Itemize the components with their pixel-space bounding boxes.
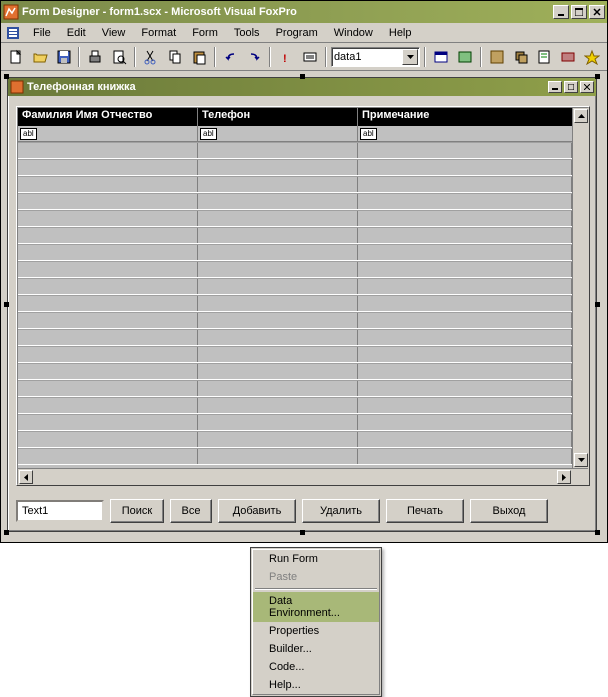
cm-paste: Paste	[253, 568, 379, 586]
data-session-button[interactable]	[454, 46, 476, 68]
modify-button[interactable]	[299, 46, 321, 68]
print-button[interactable]	[84, 46, 106, 68]
copy-button[interactable]	[164, 46, 186, 68]
scroll-up-icon[interactable]	[574, 109, 588, 123]
inner-titlebar: Телефонная книжка	[8, 78, 596, 96]
toolbar-separator	[214, 47, 216, 67]
close-button[interactable]	[589, 5, 605, 19]
toolbar-separator	[480, 47, 482, 67]
report-button[interactable]	[534, 46, 556, 68]
toolbar-separator	[325, 47, 327, 67]
textbox-placeholder-icon[interactable]: abl	[360, 128, 377, 140]
textbox-placeholder-icon[interactable]: abl	[200, 128, 217, 140]
database-combo[interactable]: data1	[331, 47, 420, 67]
vertical-scrollbar[interactable]	[572, 108, 588, 468]
scroll-down-icon[interactable]	[574, 453, 588, 467]
design-area: Телефонная книжка Фамилия Имя Отчество Т…	[1, 71, 607, 542]
grid-col-note[interactable]: Примечание	[358, 108, 588, 126]
combo-value: data1	[334, 51, 362, 63]
scroll-left-icon[interactable]	[19, 470, 33, 484]
inner-maximize-button[interactable]	[564, 81, 578, 93]
search-input[interactable]	[16, 500, 104, 522]
grid-body[interactable]	[18, 142, 572, 468]
grid-col-phone[interactable]: Телефон	[198, 108, 358, 126]
textbox-placeholder-icon[interactable]: abl	[20, 128, 37, 140]
context-menu: Run Form Paste Data Environment... Prope…	[250, 547, 382, 697]
toolbar-separator	[134, 47, 136, 67]
label-button[interactable]	[557, 46, 579, 68]
command-window-button[interactable]	[430, 46, 452, 68]
run-button[interactable]: !	[275, 46, 297, 68]
add-button[interactable]: Добавить	[218, 499, 296, 523]
menu-file[interactable]: File	[25, 25, 59, 41]
menu-help[interactable]: Help	[381, 25, 420, 41]
selection-handle[interactable]	[595, 530, 600, 535]
inner-close-button[interactable]	[580, 81, 594, 93]
chevron-down-icon[interactable]	[402, 49, 418, 65]
inner-minimize-button[interactable]	[548, 81, 562, 93]
forms-button[interactable]	[510, 46, 532, 68]
all-button[interactable]: Все	[170, 499, 212, 523]
menu-format[interactable]: Format	[133, 25, 184, 41]
menu-edit[interactable]: Edit	[59, 25, 94, 41]
toolbar-separator	[269, 47, 271, 67]
selection-handle[interactable]	[595, 302, 600, 307]
save-button[interactable]	[53, 46, 75, 68]
cm-builder[interactable]: Builder...	[253, 640, 379, 658]
menu-program[interactable]: Program	[268, 25, 326, 41]
menu-form[interactable]: Form	[184, 25, 226, 41]
window-controls	[553, 5, 605, 19]
cm-run-form[interactable]: Run Form	[253, 550, 379, 568]
autoform-button[interactable]	[581, 46, 603, 68]
grid-control[interactable]: Фамилия Имя Отчество Телефон Примечание …	[16, 106, 590, 486]
delete-button[interactable]: Удалить	[302, 499, 380, 523]
selection-handle[interactable]	[300, 530, 305, 535]
open-button[interactable]	[29, 46, 51, 68]
horizontal-scrollbar[interactable]	[18, 468, 588, 484]
grid-field-row: abl abl abl	[18, 126, 588, 142]
toolbar-separator	[424, 47, 426, 67]
paste-button[interactable]	[188, 46, 210, 68]
selection-handle[interactable]	[4, 74, 9, 79]
selection-handle[interactable]	[4, 302, 9, 307]
undo-button[interactable]	[220, 46, 242, 68]
scroll-right-icon[interactable]	[557, 470, 571, 484]
inner-form[interactable]: Телефонная книжка Фамилия Имя Отчество Т…	[7, 77, 597, 532]
exit-button[interactable]: Выход	[470, 499, 548, 523]
cm-separator	[255, 588, 377, 590]
menu-window[interactable]: Window	[326, 25, 381, 41]
menu-tools[interactable]: Tools	[226, 25, 268, 41]
selection-handle[interactable]	[300, 74, 305, 79]
cm-help[interactable]: Help...	[253, 676, 379, 694]
foxpro-icon	[3, 4, 19, 20]
toolbar: ! data1	[1, 43, 607, 71]
selection-handle[interactable]	[595, 74, 600, 79]
app-window: Form Designer - form1.scx - Microsoft Vi…	[0, 0, 608, 543]
selection-handle[interactable]	[4, 530, 9, 535]
grid-header: Фамилия Имя Отчество Телефон Примечание	[18, 108, 588, 126]
menu-view[interactable]: View	[94, 25, 134, 41]
print-button[interactable]: Печать	[386, 499, 464, 523]
new-button[interactable]	[5, 46, 27, 68]
menubar: File Edit View Format Form Tools Program…	[1, 23, 607, 43]
search-button[interactable]: Поиск	[110, 499, 164, 523]
cut-button[interactable]	[140, 46, 162, 68]
redo-button[interactable]	[243, 46, 265, 68]
svg-text:!: !	[283, 53, 287, 65]
button-row: Поиск Все Добавить Удалить Печать Выход	[16, 499, 548, 523]
form-container: Телефонная книжка Фамилия Имя Отчество Т…	[7, 77, 601, 532]
form-icon	[10, 80, 24, 94]
maximize-button[interactable]	[571, 5, 587, 19]
titlebar: Form Designer - form1.scx - Microsoft Vi…	[1, 1, 607, 23]
form-button[interactable]	[486, 46, 508, 68]
cm-data-environment[interactable]: Data Environment...	[253, 592, 379, 622]
grid-col-fio[interactable]: Фамилия Имя Отчество	[18, 108, 198, 126]
cm-properties[interactable]: Properties	[253, 622, 379, 640]
app-title: Form Designer - form1.scx - Microsoft Vi…	[22, 6, 553, 18]
menu-icon	[5, 25, 21, 41]
inner-form-title: Телефонная книжка	[27, 81, 546, 93]
toolbar-separator	[78, 47, 80, 67]
minimize-button[interactable]	[553, 5, 569, 19]
preview-button[interactable]	[108, 46, 130, 68]
